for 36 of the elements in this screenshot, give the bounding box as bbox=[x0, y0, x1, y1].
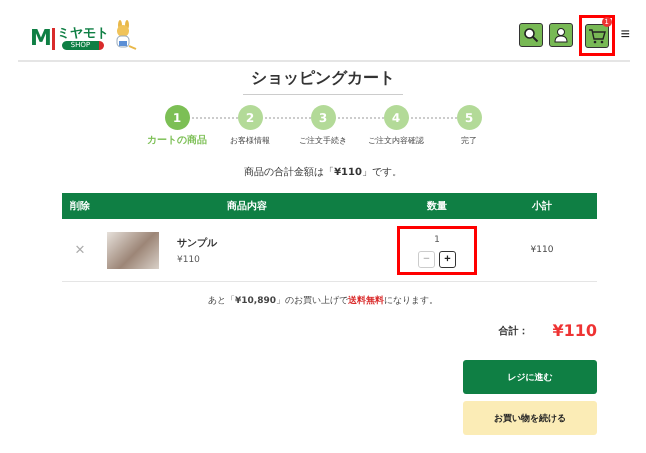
step-number: 1 bbox=[164, 105, 190, 130]
checkout-button[interactable]: レジに進む bbox=[463, 360, 597, 394]
search-button[interactable] bbox=[518, 23, 543, 47]
increase-button[interactable]: + bbox=[439, 250, 456, 268]
menu-button[interactable]: ≡ bbox=[620, 26, 630, 44]
cart-icon bbox=[588, 28, 606, 44]
free-shipping-message: あと「¥10,890」のお買い上げで送料無料になります。 bbox=[207, 294, 439, 307]
total-label: 合計： bbox=[498, 324, 528, 338]
step-number: 4 bbox=[384, 105, 408, 130]
page-title: ショッピングカート bbox=[243, 68, 403, 95]
step-label: カートの商品 bbox=[147, 133, 207, 147]
subtotal-value: ¥110 bbox=[530, 245, 554, 255]
step-label: 完了 bbox=[461, 135, 477, 146]
column-header: 商品内容 bbox=[226, 199, 268, 213]
column-header: 数量 bbox=[426, 200, 448, 213]
product-name: サンプル bbox=[177, 236, 217, 250]
step-number: 5 bbox=[456, 105, 482, 130]
photo-placeholder bbox=[107, 232, 159, 268]
cart-button[interactable] bbox=[584, 24, 609, 48]
search-icon bbox=[522, 27, 539, 43]
total-amount: ¥110 bbox=[552, 321, 597, 340]
step-label: お客様情報 bbox=[230, 135, 270, 146]
step-label: ご注文手続き bbox=[299, 135, 347, 146]
continue-shopping-button[interactable]: お買い物を続ける bbox=[463, 401, 597, 435]
quantity-value: 1 bbox=[434, 234, 440, 244]
user-icon bbox=[552, 27, 569, 43]
cart-total-message: 商品の合計金額は「¥110」です。 bbox=[243, 166, 403, 179]
step-number: 2 bbox=[238, 105, 262, 130]
step-number: 3 bbox=[310, 105, 336, 130]
step-label: ご注文内容確認 bbox=[368, 135, 424, 146]
column-header: 削除 bbox=[69, 200, 91, 213]
column-header: 小計 bbox=[530, 200, 553, 213]
logo-name: ミヤモト bbox=[56, 27, 109, 41]
account-button[interactable] bbox=[548, 23, 573, 47]
product-price: ¥110 bbox=[177, 254, 201, 264]
logo-letter: M bbox=[30, 28, 55, 50]
